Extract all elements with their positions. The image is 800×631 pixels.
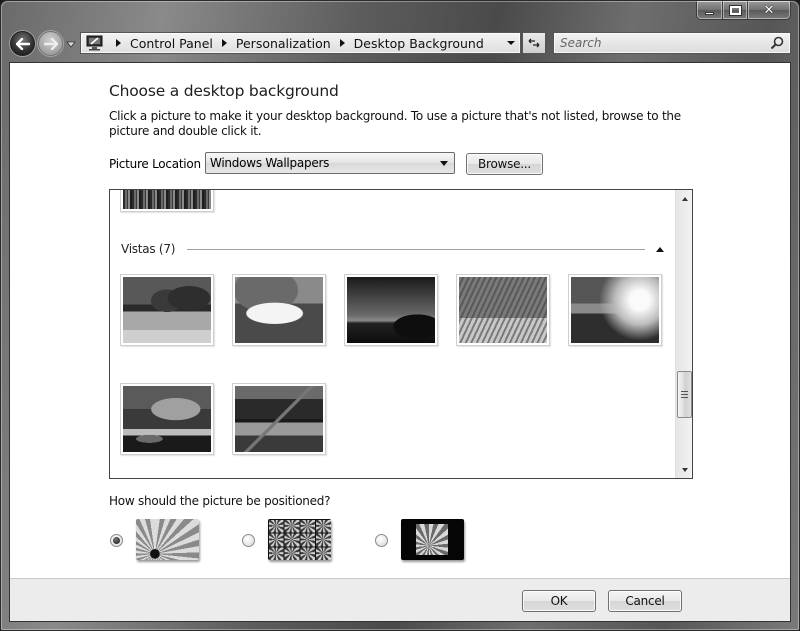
search-icon[interactable] — [769, 35, 785, 51]
centered-image — [416, 524, 448, 555]
group-label: Vistas (7) — [121, 242, 176, 256]
page-title: Choose a desktop background — [109, 82, 339, 100]
back-button[interactable] — [10, 31, 35, 56]
gallery-viewport: Vistas (7) — [110, 190, 675, 478]
wallpaper-thumbnail[interactable] — [120, 274, 214, 346]
breadcrumb-separator-icon[interactable] — [116, 39, 121, 47]
position-fill-radio[interactable] — [110, 534, 123, 547]
chevron-down-icon — [440, 161, 448, 166]
refresh-icon — [528, 38, 540, 48]
wallpaper-thumbnail[interactable] — [120, 383, 214, 455]
breadcrumb-personalization[interactable]: Personalization — [236, 36, 331, 51]
close-button[interactable]: ✕ — [748, 1, 791, 20]
grip-line — [681, 394, 688, 395]
thumbnail-image — [123, 386, 211, 452]
picture-location-value: Windows Wallpapers — [210, 156, 330, 170]
group-header-vistas[interactable]: Vistas (7) — [121, 241, 665, 257]
caption-buttons: ✕ — [696, 1, 791, 21]
grip-line — [681, 391, 688, 392]
position-tile-preview[interactable] — [268, 519, 331, 560]
page-description: Click a picture to make it your desktop … — [109, 109, 681, 138]
arrow-right-icon — [43, 37, 58, 50]
scroll-down-button[interactable] — [676, 461, 692, 478]
position-tile-radio[interactable] — [242, 534, 255, 547]
dialog-footer: OK Cancel — [10, 578, 790, 621]
wallpaper-thumbnail[interactable] — [344, 274, 438, 346]
gallery-scrollbar[interactable] — [675, 190, 692, 478]
picture-location-label: Picture Location — [109, 157, 201, 171]
forward-button[interactable] — [38, 31, 63, 56]
maximize-icon — [728, 4, 742, 16]
picture-location-select[interactable]: Windows Wallpapers — [205, 152, 455, 174]
breadcrumb-separator-icon[interactable] — [221, 39, 227, 47]
search-box[interactable] — [553, 32, 791, 54]
address-history-dropdown[interactable] — [502, 33, 520, 53]
minimize-icon — [705, 11, 714, 15]
search-input[interactable] — [554, 34, 769, 52]
scroll-up-button[interactable] — [676, 190, 692, 207]
thumbnail-image — [123, 190, 211, 209]
wallpaper-thumbnail-partial[interactable] — [120, 190, 214, 212]
arrow-left-icon — [15, 37, 30, 50]
control-panel-icon — [86, 35, 103, 51]
positioning-label: How should the picture be positioned? — [109, 494, 331, 508]
position-fill-preview[interactable] — [136, 519, 199, 560]
address-bar[interactable]: Control Panel Personalization Desktop Ba… — [80, 32, 521, 54]
thumbnail-image — [123, 277, 211, 343]
position-center-preview[interactable] — [401, 519, 464, 560]
recent-pages-button[interactable] — [66, 39, 76, 49]
group-divider — [187, 248, 645, 250]
thumbnail-image — [571, 277, 659, 343]
ok-button[interactable]: OK — [522, 590, 596, 612]
client-area: Choose a desktop background Click a pict… — [9, 62, 791, 622]
scrollbar-thumb[interactable] — [677, 371, 692, 418]
thumbnail-image — [347, 277, 435, 343]
cancel-button[interactable]: Cancel — [608, 590, 682, 612]
thumbnail-image — [459, 277, 547, 343]
thumbnail-image — [235, 386, 323, 452]
wallpaper-thumbnail[interactable] — [456, 274, 550, 346]
minimize-button[interactable] — [696, 1, 723, 20]
breadcrumb-separator-icon[interactable] — [339, 39, 345, 47]
desktop-background-window: ✕ Control Panel Personalization Desktop … — [0, 0, 800, 631]
wallpaper-gallery: Vistas (7) — [109, 189, 693, 479]
close-icon: ✕ — [763, 2, 775, 18]
wallpaper-thumbnail[interactable] — [232, 274, 326, 346]
thumbnail-image — [235, 277, 323, 343]
browse-button[interactable]: Browse... — [466, 153, 543, 175]
grip-line — [681, 397, 688, 398]
breadcrumb-desktop-background[interactable]: Desktop Background — [354, 36, 484, 51]
maximize-button[interactable] — [723, 1, 748, 20]
collapse-group-icon[interactable] — [655, 244, 665, 254]
wallpaper-thumbnail[interactable] — [232, 383, 326, 455]
wallpaper-thumbnail[interactable] — [568, 274, 662, 346]
content-pane: Choose a desktop background Click a pict… — [10, 63, 790, 580]
refresh-button[interactable] — [522, 32, 546, 54]
breadcrumb-control-panel[interactable]: Control Panel — [130, 36, 213, 51]
position-center-radio[interactable] — [375, 534, 388, 547]
